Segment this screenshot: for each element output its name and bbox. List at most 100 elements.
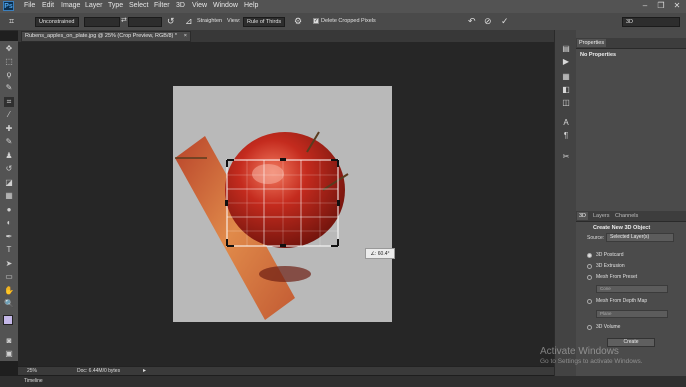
hand-tool-icon[interactable]: ✋ xyxy=(4,286,14,296)
menu-file[interactable]: File xyxy=(24,2,35,9)
overlay-dropdown[interactable]: Rule of Thirds xyxy=(243,17,285,27)
crop-tool-preset-icon[interactable]: ⌗ xyxy=(9,16,14,26)
activate-windows-subtitle: Go to Settings to activate Windows. xyxy=(540,358,643,365)
source-label: Source: xyxy=(587,235,605,241)
option-3d-postcard[interactable]: 3D Postcard xyxy=(596,252,624,258)
commit-icon[interactable]: ✓ xyxy=(501,16,509,26)
dodge-tool-icon[interactable]: ◐ xyxy=(4,218,14,228)
eraser-tool-icon[interactable]: ◪ xyxy=(4,178,14,188)
timeline-label[interactable]: Timeline xyxy=(24,378,43,384)
width-field[interactable] xyxy=(84,17,120,27)
gradient-tool-icon[interactable]: ▦ xyxy=(4,191,14,201)
crop-tool-icon[interactable]: ⌗ xyxy=(4,97,14,107)
tab-channels[interactable]: Channels xyxy=(613,212,640,220)
shape-tool-icon[interactable]: ▭ xyxy=(4,272,14,282)
quick-select-tool-icon[interactable]: ✎ xyxy=(4,83,14,93)
eyedropper-tool-icon[interactable]: ⁄ xyxy=(4,110,14,120)
swap-icon[interactable]: ⇄ xyxy=(121,16,127,26)
rotation-readout: ∠: 60.4° xyxy=(365,248,395,259)
zoom-tool-icon[interactable]: 🔍 xyxy=(4,299,14,309)
menu-view[interactable]: View xyxy=(192,2,207,9)
type-tool-icon[interactable]: T xyxy=(4,245,14,255)
menu-window[interactable]: Window xyxy=(213,2,238,9)
clear-icon[interactable]: ↺ xyxy=(167,16,175,26)
preset-dropdown[interactable]: Cone xyxy=(596,285,668,293)
view-label: View: xyxy=(227,18,241,24)
options-bar: ⌗ Unconstrained ⇄ ↺ ⊿ Straighten View: R… xyxy=(0,13,686,31)
lasso-tool-icon[interactable]: ϙ xyxy=(4,70,14,80)
activate-windows-title: Activate Windows xyxy=(540,346,619,357)
history-brush-tool-icon[interactable]: ↺ xyxy=(4,164,14,174)
marquee-tool-icon[interactable]: ⬚ xyxy=(4,57,14,67)
delete-cropped-checkbox[interactable]: ✓ xyxy=(313,18,319,24)
foreground-color-swatch[interactable] xyxy=(3,315,13,325)
adjustments-panel-icon[interactable]: ◧ xyxy=(560,85,572,95)
brush-tool-icon[interactable]: ✎ xyxy=(4,137,14,147)
stamp-tool-icon[interactable]: ♟ xyxy=(4,151,14,161)
actions-panel-icon[interactable]: ▶ xyxy=(560,57,572,67)
character-panel-icon[interactable]: A xyxy=(560,118,572,128)
menu-image[interactable]: Image xyxy=(61,2,80,9)
swatches-panel-icon[interactable]: ▦ xyxy=(560,72,572,82)
option-3d-extrusion[interactable]: 3D Extrusion xyxy=(596,263,625,269)
photoshop-logo: Ps xyxy=(3,1,14,11)
menu-help[interactable]: Help xyxy=(244,2,258,9)
radio-3d-extrusion[interactable] xyxy=(587,264,592,269)
properties-title: No Properties xyxy=(580,52,617,58)
reset-icon[interactable]: ↶ xyxy=(468,16,476,26)
workspace-dropdown[interactable]: 3D xyxy=(622,17,680,27)
healing-tool-icon[interactable]: ✚ xyxy=(4,124,14,134)
depth-dropdown[interactable]: Plane xyxy=(596,310,668,318)
tab-3d[interactable]: 3D xyxy=(577,212,589,220)
doc-info[interactable]: Doc: 6.44M/0 bytes xyxy=(77,368,120,374)
cancel-icon[interactable]: ⊘ xyxy=(484,16,492,26)
screen-mode-icon[interactable]: ▣ xyxy=(4,349,14,359)
menu-bar: Ps File Edit Image Layer Type Select Fil… xyxy=(0,0,686,13)
panel-icon-column: ▤ ▶ ▦ ◧ ◫ A ¶ ✂ xyxy=(554,30,577,376)
document-tab-title: Rubens_apples_on_plate.jpg @ 25% (Crop P… xyxy=(25,33,178,39)
panel3d-header: 3D Layers Channels xyxy=(576,211,686,222)
quick-mask-icon[interactable]: ◙ xyxy=(4,336,14,346)
blur-tool-icon[interactable]: ● xyxy=(4,205,14,215)
tab-properties[interactable]: Properties xyxy=(577,39,607,47)
ratio-dropdown[interactable]: Unconstrained xyxy=(35,17,79,27)
radio-mesh-depth[interactable] xyxy=(587,299,592,304)
menu-select[interactable]: Select xyxy=(129,2,148,9)
history-panel-icon[interactable]: ▤ xyxy=(560,44,572,54)
styles-panel-icon[interactable]: ◫ xyxy=(560,98,572,108)
close-window-icon[interactable]: ✕ xyxy=(670,1,684,11)
menu-layer[interactable]: Layer xyxy=(85,2,103,9)
close-tab-icon[interactable]: × xyxy=(184,32,187,41)
document-tab[interactable]: Rubens_apples_on_plate.jpg @ 25% (Crop P… xyxy=(21,31,191,42)
option-3d-volume[interactable]: 3D Volume xyxy=(596,324,620,330)
right-panels: Properties No Properties 3D Layers Chann… xyxy=(576,30,686,376)
settings-gear-icon[interactable]: ⚙ xyxy=(294,16,302,26)
option-mesh-preset[interactable]: Mesh From Preset xyxy=(596,274,637,280)
option-mesh-depth[interactable]: Mesh From Depth Map xyxy=(596,298,647,304)
menu-filter[interactable]: Filter xyxy=(154,2,170,9)
paragraph-panel-icon[interactable]: ¶ xyxy=(560,131,572,141)
straighten-label[interactable]: Straighten xyxy=(197,18,222,24)
delete-cropped-label: Delete Cropped Pixels xyxy=(321,18,376,24)
create-3d-header: Create New 3D Object xyxy=(593,225,651,231)
menu-type[interactable]: Type xyxy=(108,2,123,9)
menu-3d[interactable]: 3D xyxy=(176,2,185,9)
minimize-icon[interactable]: – xyxy=(638,1,652,11)
zoom-level[interactable]: 25% xyxy=(27,368,37,374)
radio-3d-volume[interactable] xyxy=(587,325,592,330)
radio-3d-postcard[interactable] xyxy=(587,253,592,258)
tool-presets-icon[interactable]: ✂ xyxy=(560,152,572,162)
radio-mesh-preset[interactable] xyxy=(587,275,592,280)
status-menu-icon[interactable]: ▸ xyxy=(143,367,146,374)
pen-tool-icon[interactable]: ✒ xyxy=(4,232,14,242)
move-tool-icon[interactable]: ✥ xyxy=(4,44,14,54)
menu-edit[interactable]: Edit xyxy=(42,2,54,9)
timeline-bar[interactable]: Timeline xyxy=(0,375,686,387)
height-field[interactable] xyxy=(128,17,162,27)
source-dropdown[interactable]: Selected Layer(s) xyxy=(606,233,674,242)
path-select-tool-icon[interactable]: ➤ xyxy=(4,259,14,269)
straighten-icon[interactable]: ⊿ xyxy=(185,16,193,26)
document-canvas[interactable] xyxy=(173,86,392,322)
tab-layers[interactable]: Layers xyxy=(591,212,612,220)
restore-icon[interactable]: ❐ xyxy=(654,1,668,11)
